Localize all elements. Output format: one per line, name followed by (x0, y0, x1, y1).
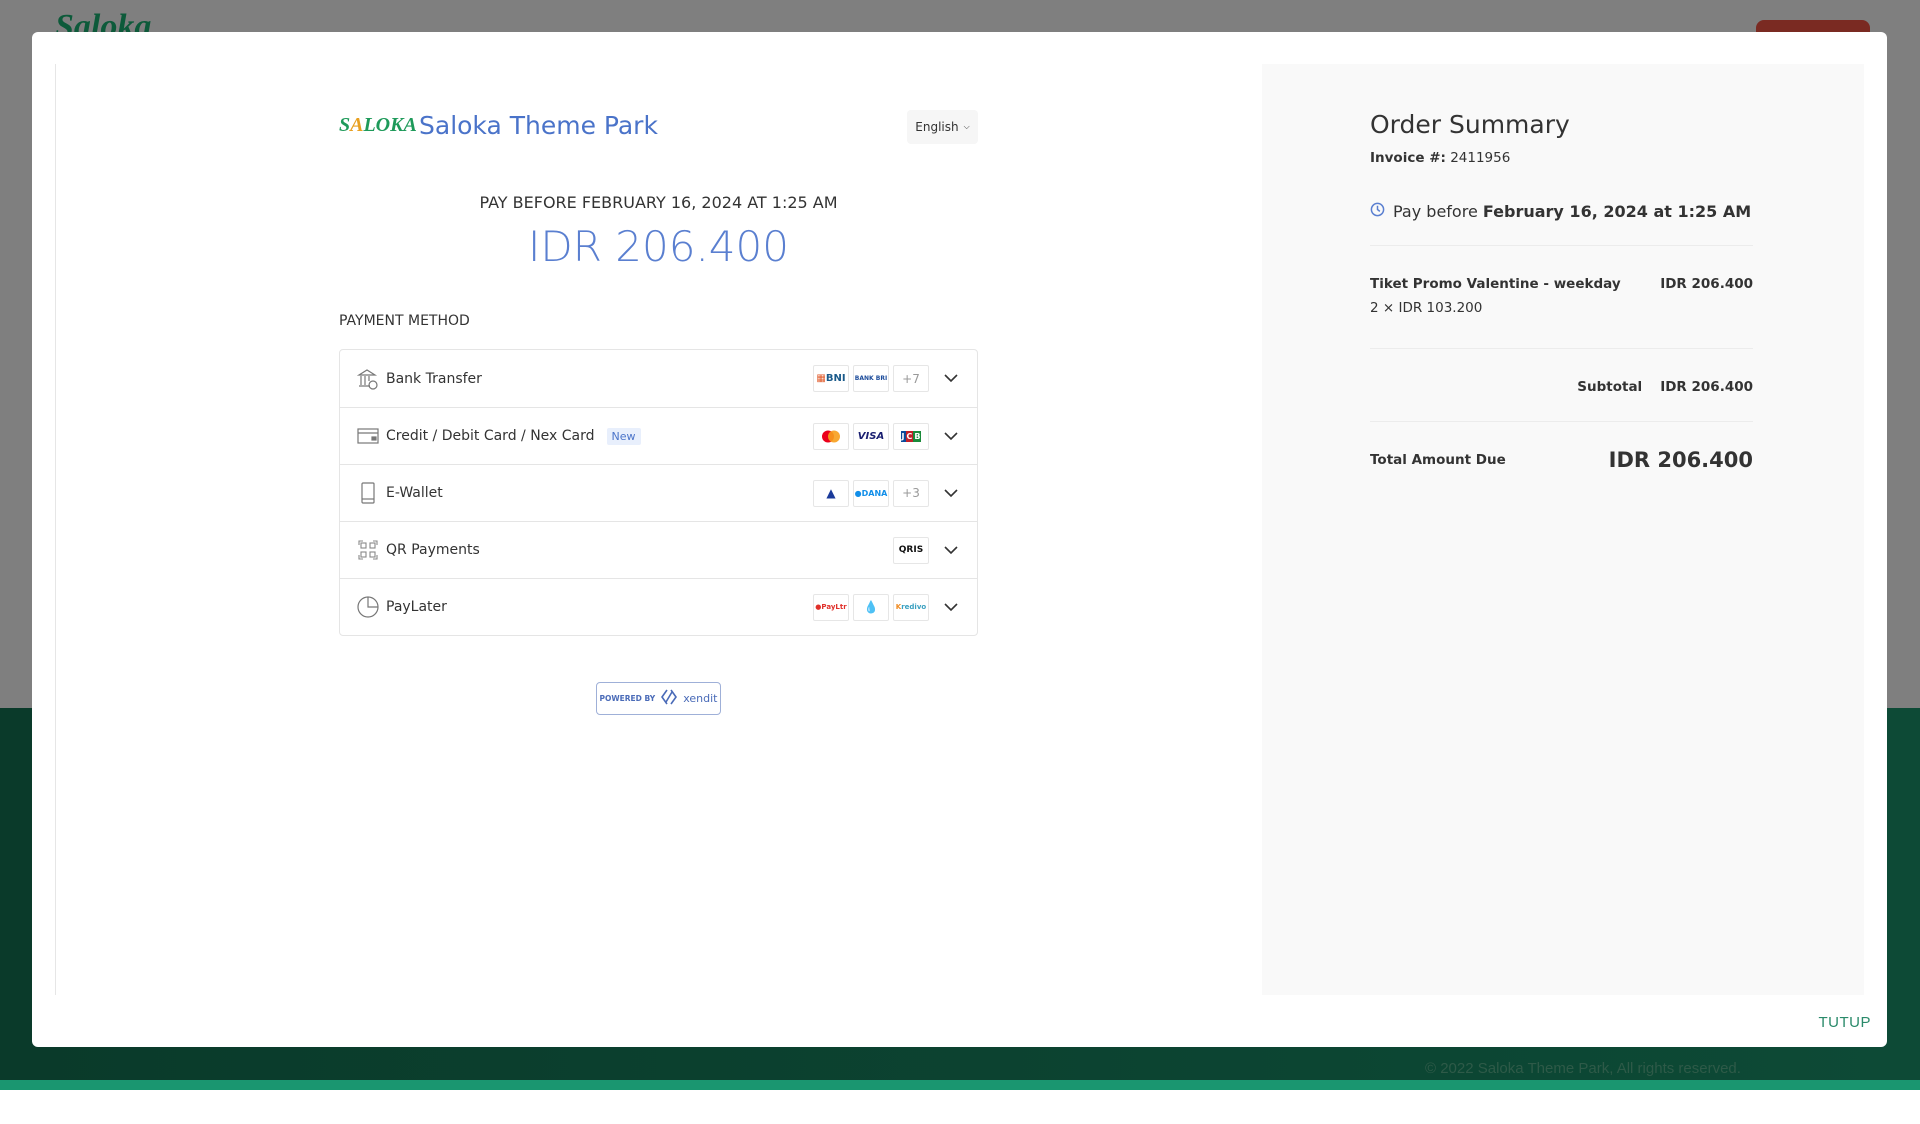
method-label: Bank Transfer (386, 370, 482, 387)
indodana-logo: 💧 (853, 593, 889, 621)
bank-icon (356, 367, 380, 391)
invoice-label: Invoice #: (1370, 150, 1446, 166)
invoice-number: Invoice #: 2411956 (1370, 150, 1510, 166)
subtotal-label: Subtotal (1577, 379, 1643, 395)
divider (1370, 421, 1753, 422)
chevron-down-icon: ⌵ (963, 122, 970, 131)
payment-method-paylater[interactable]: PayLater ●PayLtr 💧 Kredivo (340, 578, 977, 635)
mastercard-logo (813, 422, 849, 450)
chevron-down-icon (943, 371, 959, 387)
total-row: Total Amount Due IDR 206.400 (1370, 448, 1753, 472)
visa-logo: VISA (853, 422, 889, 450)
xendit-label: xendit (683, 692, 718, 705)
payment-method-qr[interactable]: QR Payments QRIS (340, 521, 977, 578)
astrapay-logo: ▲ (813, 479, 849, 507)
credit-card-icon (356, 424, 380, 448)
divider (1370, 245, 1753, 246)
merchant-logo: SALOKA (339, 114, 417, 136)
footer-stripe (0, 1080, 1920, 1090)
pay-before-date: February 16, 2024 at 1:25 AM (1482, 202, 1752, 221)
payment-method-list: Bank Transfer ▦ BNI BANK BRI +7 Credit / … (339, 349, 978, 636)
powered-by-label: POWERED BY (599, 694, 656, 703)
new-badge: New (606, 427, 641, 445)
payment-method-label: PAYMENT METHOD (339, 313, 470, 329)
language-select[interactable]: English ⌵ (907, 110, 978, 144)
invoice-value: 2411956 (1450, 150, 1511, 166)
qris-logo: QRIS (893, 536, 929, 564)
item-amount: IDR 206.400 (1660, 276, 1753, 292)
method-label: PayLater (386, 599, 447, 615)
total-value: IDR 206.400 (1608, 448, 1753, 472)
subtotal-value: IDR 206.400 (1660, 379, 1753, 395)
chevron-down-icon (943, 599, 959, 615)
dana-logo: ●DANA (853, 479, 889, 507)
method-label: QR Payments (386, 542, 480, 558)
chevron-down-icon (943, 542, 959, 558)
pay-before-label: Pay before (1393, 202, 1478, 221)
pie-chart-icon (356, 595, 380, 619)
pay-before-row: Pay before February 16, 2024 at 1:25 AM (1370, 202, 1751, 221)
chevron-down-icon (943, 485, 959, 501)
language-label: English (915, 120, 959, 134)
payment-method-ewallet[interactable]: E-Wallet ▲ ●DANA +3 (340, 464, 977, 521)
order-summary-title: Order Summary (1370, 110, 1570, 139)
merchant-name: Saloka Theme Park (419, 111, 658, 140)
more-banks-count: +7 (893, 365, 929, 392)
payment-method-bank-transfer[interactable]: Bank Transfer ▦ BNI BANK BRI +7 (340, 350, 977, 407)
amount-due: IDR 206.400 (528, 222, 789, 271)
total-label: Total Amount Due (1370, 452, 1506, 468)
subtotal-row: Subtotal IDR 206.400 (1370, 379, 1753, 395)
xendit-logo-icon (661, 689, 678, 709)
phone-icon (356, 481, 380, 505)
powered-by-xendit-badge[interactable]: POWERED BY xendit (596, 682, 721, 715)
bni-logo: ▦ BNI (813, 365, 849, 392)
copyright: © 2022 Saloka Theme Park, All rights res… (1425, 1060, 1741, 1077)
divider (1370, 348, 1753, 349)
close-button[interactable]: TUTUP (1819, 1014, 1872, 1031)
jcb-logo: JCB (893, 422, 929, 450)
clock-icon (1370, 202, 1385, 221)
method-label: Credit / Debit Card / Nex Card (386, 428, 595, 444)
item-quantity: 2 × IDR 103.200 (1370, 300, 1483, 316)
chevron-down-icon (943, 428, 959, 444)
kredivo-logo: Kredivo (893, 593, 929, 621)
item-name: Tiket Promo Valentine - weekday (1370, 276, 1621, 292)
line-item: Tiket Promo Valentine - weekday IDR 206.4… (1370, 276, 1753, 292)
method-label: E-Wallet (386, 485, 443, 501)
akulaku-logo: ●PayLtr (813, 593, 849, 621)
more-ewallets-count: +3 (893, 479, 929, 507)
pay-before-heading: PAY BEFORE FEBRUARY 16, 2024 AT 1:25 AM (479, 193, 838, 212)
bri-logo: BANK BRI (853, 365, 889, 392)
payment-method-card[interactable]: Credit / Debit Card / Nex Card New VISA … (340, 407, 977, 464)
qr-code-icon (356, 538, 380, 562)
